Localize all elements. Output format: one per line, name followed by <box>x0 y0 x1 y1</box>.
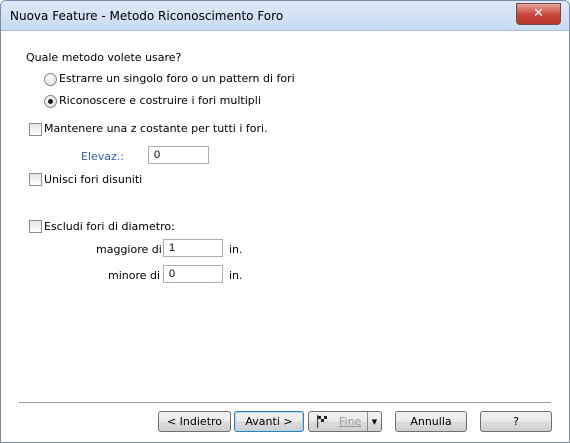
merge-holes-checkbox[interactable] <box>29 173 42 186</box>
elevation-label: Elevaz.: <box>81 150 125 163</box>
radio-single-hole-label[interactable]: Estrarre un singolo foro o un pattern di… <box>59 72 295 85</box>
greater-than-unit: in. <box>229 243 243 256</box>
greater-than-label: maggiore di <box>96 243 162 256</box>
exclude-diameter-label[interactable]: Escludi fori di diametro: <box>44 220 175 233</box>
window-title: Nuova Feature - Metodo Riconoscimento Fo… <box>10 9 284 23</box>
less-than-field[interactable] <box>163 265 223 283</box>
next-button[interactable]: Avanti > <box>234 411 304 432</box>
dialog-window: Nuova Feature - Metodo Riconoscimento Fo… <box>0 0 570 443</box>
constant-z-label[interactable]: Mantenere una z costante per tutti i for… <box>44 122 268 135</box>
close-icon: ✕ <box>533 6 544 21</box>
radio-multiple-holes[interactable] <box>44 95 57 108</box>
title-bar: Nuova Feature - Metodo Riconoscimento Fo… <box>1 1 569 31</box>
constant-z-checkbox[interactable] <box>29 123 42 136</box>
less-than-unit: in. <box>229 269 243 282</box>
method-question: Quale metodo volete usare? <box>26 51 182 64</box>
footer-separator <box>19 402 551 404</box>
merge-holes-label[interactable]: Unisci fori disuniti <box>44 173 142 186</box>
dropdown-arrow-icon[interactable]: ▼ <box>367 412 381 431</box>
greater-than-field[interactable] <box>163 239 223 257</box>
radio-single-hole[interactable] <box>44 73 57 86</box>
cancel-button[interactable]: Annulla <box>395 411 467 432</box>
finish-button[interactable]: Fine ▼ <box>308 411 382 432</box>
back-button[interactable]: < Indietro <box>158 411 231 432</box>
exclude-diameter-checkbox[interactable] <box>29 220 42 233</box>
radio-multiple-holes-label[interactable]: Riconoscere e costruire i fori multipli <box>59 94 261 107</box>
finish-button-label: Fine <box>339 415 362 428</box>
elevation-field[interactable] <box>148 146 209 164</box>
checkered-flag-icon <box>317 415 328 428</box>
close-button[interactable]: ✕ <box>516 3 561 25</box>
dialog-body: Quale metodo volete usare? Estrarre un s… <box>1 31 569 442</box>
less-than-label: minore di <box>108 269 161 282</box>
help-button[interactable]: ? <box>480 411 552 432</box>
